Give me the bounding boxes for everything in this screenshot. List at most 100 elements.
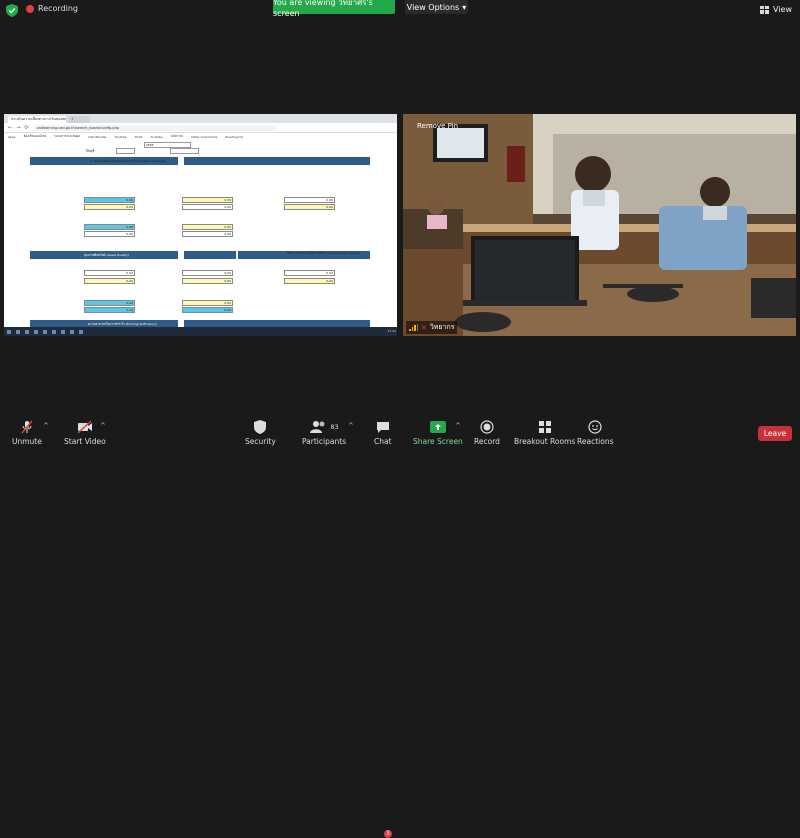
chevron-down-icon: ▾ (462, 2, 467, 12)
windows-taskbar: 17:41 (4, 327, 397, 336)
participants-count: 83 (330, 423, 339, 431)
chat-button[interactable]: Chat (374, 420, 392, 446)
bookmark-item[interactable]: ระบบการประเมินผล (54, 134, 80, 139)
taskbar-clock: 17:41 (387, 329, 396, 333)
back-icon[interactable]: ← (8, 125, 12, 131)
taskbar-app-icon[interactable] (79, 329, 83, 334)
taskbar-app-icon[interactable] (61, 329, 65, 334)
browser-tab[interactable]: ประเมินความเสี่ยงทางการเงินของสหกรณ์ (8, 116, 66, 123)
month-dropdown[interactable] (116, 148, 135, 154)
value-field[interactable]: 0.00 (84, 204, 135, 210)
value-field[interactable]: 0.00 (182, 197, 233, 203)
new-tab-button[interactable]: + (68, 116, 90, 123)
forward-icon[interactable]: → (16, 125, 20, 131)
chat-label: Chat (374, 437, 392, 446)
value-field[interactable]: 0.00 (284, 197, 335, 203)
participant-nameplate: ✕ วิทยากร (406, 321, 458, 334)
value-field[interactable]: 0.00 (84, 270, 135, 276)
participant-video[interactable]: Remove Pin ✕ วิทยากร (403, 114, 796, 336)
bookmark-item[interactable]: YouTube (114, 135, 126, 139)
value-field[interactable]: 0.00 (182, 270, 233, 276)
reactions-button[interactable]: Reactions (577, 420, 613, 446)
share-options-caret-icon[interactable]: ^ (455, 422, 461, 430)
value-field[interactable]: 0.00 (84, 197, 135, 203)
bookmark-item[interactable]: นวัตกรรม (171, 134, 184, 139)
viewing-banner: You are viewing วิทยาศร's screen (273, 0, 395, 18)
participant-name: วิทยากร (429, 323, 455, 331)
breakout-rooms-button[interactable]: Breakout Rooms (514, 420, 575, 446)
date-input[interactable] (170, 148, 199, 154)
view-button[interactable]: View (760, 5, 792, 14)
audio-options-caret-icon[interactable]: ^ (43, 422, 49, 430)
value-field[interactable]: 0.00 (182, 204, 233, 210)
value-field[interactable]: 0.00 (84, 307, 135, 313)
leave-button[interactable]: Leave (758, 426, 792, 441)
reload-icon[interactable]: ⟳ (24, 125, 28, 131)
taskbar-app-icon[interactable] (52, 329, 56, 334)
section-header-band (184, 157, 370, 165)
bookmark-item[interactable]: Other bookmarks (191, 135, 217, 139)
remove-pin-button[interactable]: Remove Pin (417, 122, 458, 130)
value-field[interactable]: 0.00 (84, 224, 135, 230)
bookmark-item[interactable]: Reading list (225, 135, 243, 139)
security-button[interactable]: Security (245, 420, 276, 446)
section-title-asset: คุณภาพสินทรัพย์ (Asset Quality) (84, 253, 129, 257)
taskbar-app-icon[interactable] (43, 329, 47, 334)
value-field[interactable]: 0.00 (84, 231, 135, 237)
value-field[interactable]: 0.00 (182, 278, 233, 284)
unmute-button[interactable]: Unmute (12, 420, 42, 446)
share-screen-label: Share Screen (413, 437, 463, 446)
shield-icon[interactable] (6, 4, 18, 17)
chat-icon (374, 420, 392, 434)
address-bar[interactable]: cadlearning.cad.go.th/search_board/confi… (32, 124, 277, 131)
view-options-button[interactable]: View Options ▾ (405, 0, 468, 14)
value-field[interactable]: 0.00 (182, 224, 233, 230)
section-title-management: ขีดความสามารถในการบริหาร (Management Abi… (287, 251, 360, 255)
bookmark-item[interactable]: CAD Moodle (88, 135, 106, 139)
shield-icon (245, 420, 276, 434)
grid-icon (760, 5, 770, 14)
video-frame-image (403, 114, 796, 336)
participants-icon: 83 (302, 420, 346, 434)
bookmark-item[interactable]: TCAS (135, 135, 143, 139)
record-icon (474, 420, 500, 434)
meeting-toolbar: Unmute ^ Start Video ^ Security 83 Parti… (0, 412, 800, 838)
smiley-icon (577, 420, 613, 434)
web-form: 2565 ปีบัญชี ความเพียงพอของเงินทุนต่อควา… (4, 140, 397, 328)
chat-unread-badge: 3 (384, 830, 392, 838)
taskbar-app-icon[interactable] (70, 329, 74, 334)
bookmark-item[interactable]: YouTube (150, 135, 162, 139)
value-field[interactable]: 0.00 (182, 307, 233, 313)
start-icon[interactable] (7, 329, 11, 334)
bookmark-item[interactable]: ห้องเรียนออนไลน์ (23, 134, 46, 139)
browser-toolbar: ← → ⟳ cadlearning.cad.go.th/search_board… (4, 123, 397, 133)
taskbar-app-icon[interactable] (16, 329, 20, 334)
reactions-label: Reactions (577, 437, 614, 446)
bookmark-item[interactable]: Apps (8, 135, 15, 139)
top-bar: Recording You are viewing วิทยาศร's scre… (0, 0, 800, 22)
recording-indicator[interactable]: Recording (26, 4, 78, 13)
value-field[interactable]: 0.00 (182, 231, 233, 237)
video-options-caret-icon[interactable]: ^ (100, 422, 106, 430)
breakout-rooms-icon (514, 420, 575, 434)
shared-screen[interactable]: ประเมินความเสี่ยงทางการเงินของสหกรณ์ + ←… (4, 114, 397, 336)
value-field[interactable]: 0.00 (84, 278, 135, 284)
participants-button[interactable]: 83 Participants (302, 420, 346, 446)
value-field[interactable]: 0.00 (84, 300, 135, 306)
value-field[interactable]: 0.00 (182, 300, 233, 306)
view-label: View (773, 5, 792, 14)
section-title-capital: ความเพียงพอของเงินทุนต่อความเสี่ยง (Capi… (90, 159, 167, 163)
taskbar-app-icon[interactable] (34, 329, 38, 334)
start-video-label: Start Video (64, 437, 106, 446)
recording-label: Recording (38, 4, 79, 13)
value-field[interactable]: 0.00 (284, 270, 335, 276)
record-label: Record (474, 437, 500, 446)
participants-options-caret-icon[interactable]: ^ (348, 422, 354, 430)
value-field[interactable]: 0.00 (284, 278, 335, 284)
record-button[interactable]: Record (474, 420, 500, 446)
signal-strength-icon (409, 324, 418, 331)
year-label: ปีบัญชี (86, 149, 95, 153)
record-dot-icon (26, 4, 34, 13)
taskbar-app-icon[interactable] (25, 329, 29, 334)
value-field[interactable]: 0.00 (284, 204, 335, 210)
